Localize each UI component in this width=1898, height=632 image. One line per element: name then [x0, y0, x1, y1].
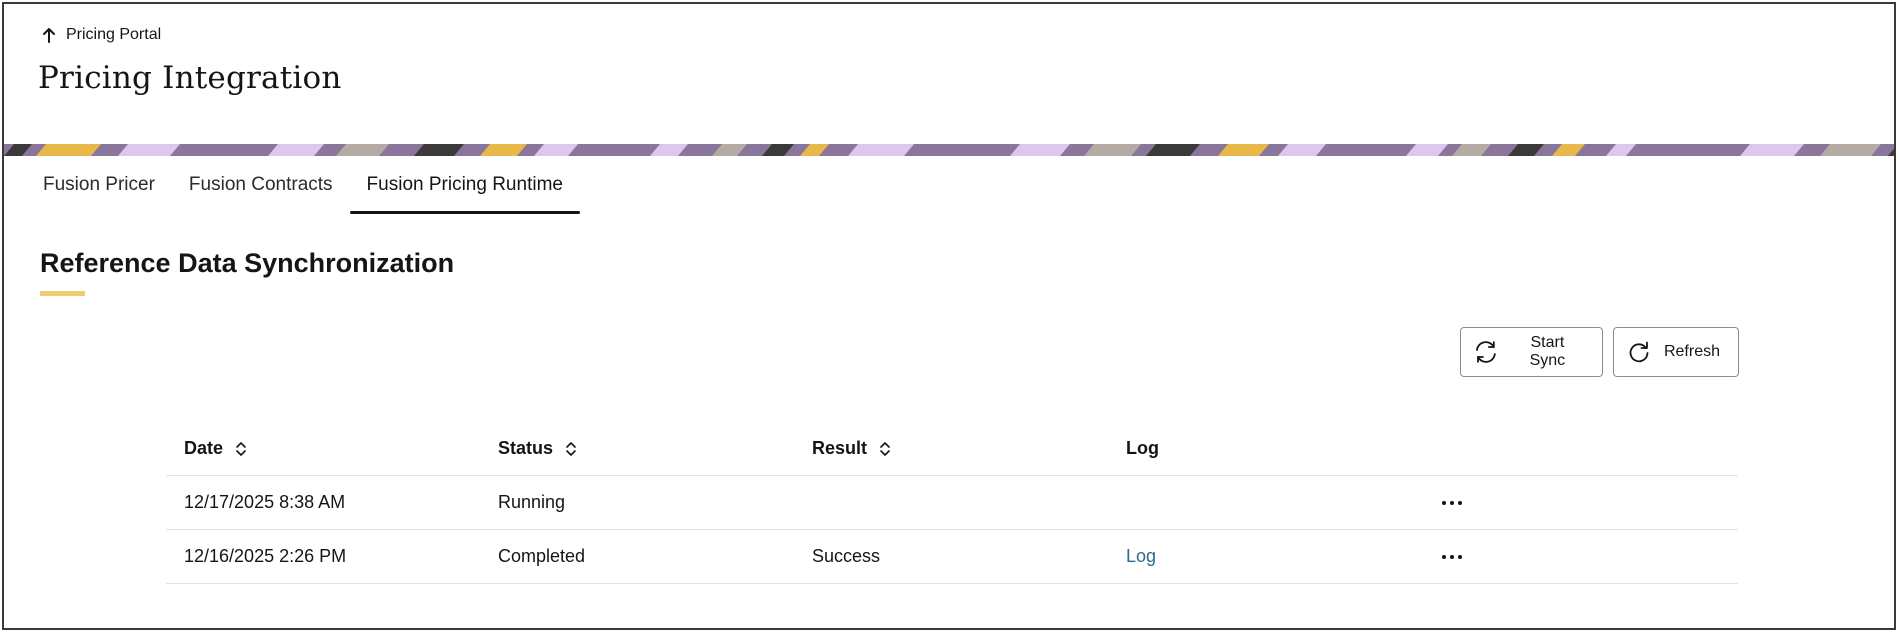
- start-sync-button[interactable]: Start Sync: [1460, 327, 1603, 377]
- column-header-date[interactable]: Date: [166, 438, 480, 459]
- cell-log: Log: [1108, 546, 1442, 567]
- back-to-pricing-portal-link[interactable]: Pricing Portal: [42, 26, 161, 44]
- refresh-label: Refresh: [1663, 343, 1720, 360]
- back-link-label: Pricing Portal: [66, 26, 162, 43]
- refresh-icon: [1629, 341, 1649, 363]
- cell-date: 12/17/2025 8:38 AM: [184, 492, 346, 512]
- sort-icon: [880, 441, 890, 456]
- toolbar: Start Sync Refresh: [1460, 327, 1739, 377]
- tab-fusion-contracts[interactable]: Fusion Contracts: [172, 162, 350, 214]
- page-title: Pricing Integration: [38, 60, 342, 96]
- more-horizontal-icon[interactable]: [1442, 547, 1466, 567]
- more-horizontal-icon[interactable]: [1442, 493, 1466, 513]
- app-window: Pricing Portal Pricing Integration Fusio…: [2, 2, 1896, 630]
- log-link[interactable]: Log: [1126, 546, 1156, 566]
- sync-icon: [1476, 341, 1496, 363]
- arrow-up-icon: [43, 28, 55, 43]
- cell-status: Running: [498, 492, 566, 512]
- cell-actions: [1442, 493, 1718, 513]
- table-row: 12/17/2025 8:38 AM Running: [166, 476, 1738, 530]
- tab-fusion-pricer[interactable]: Fusion Pricer: [26, 162, 172, 214]
- sort-icon: [566, 441, 576, 456]
- cell-date: 12/16/2025 2:26 PM: [184, 546, 347, 566]
- section-title-accent: [40, 291, 85, 296]
- decorative-banner: [4, 144, 1894, 156]
- cell-actions: [1442, 547, 1718, 567]
- column-header-status[interactable]: Status: [480, 438, 794, 459]
- section-title: Reference Data Synchronization: [40, 248, 455, 278]
- tab-bar: Fusion Pricer Fusion Contracts Fusion Pr…: [26, 162, 581, 214]
- start-sync-label: Start Sync: [1529, 334, 1566, 369]
- table-header: Date Status Result Log: [166, 422, 1738, 476]
- cell-status: Completed: [498, 546, 586, 566]
- sync-history-table: Date Status Result Log 12/17/2025 8:38 A…: [166, 422, 1738, 584]
- column-header-log: Log: [1126, 438, 1159, 458]
- cell-result: Success: [812, 546, 881, 566]
- refresh-button[interactable]: Refresh: [1613, 327, 1739, 377]
- column-header-result[interactable]: Result: [794, 438, 1108, 459]
- tab-fusion-pricing-runtime[interactable]: Fusion Pricing Runtime: [349, 162, 581, 214]
- sort-icon: [236, 441, 246, 456]
- table-row: 12/16/2025 2:26 PM Completed Success Log: [166, 530, 1738, 584]
